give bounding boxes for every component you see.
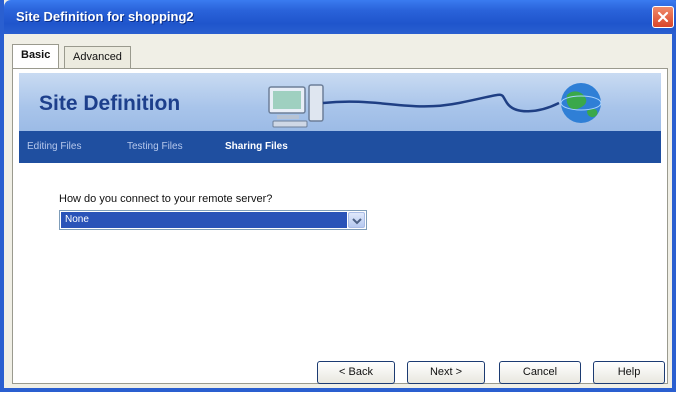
cable-icon: [322, 93, 560, 113]
banner-title: Site Definition: [39, 92, 181, 115]
banner-illustration: [268, 83, 602, 128]
site-definition-dialog: Site Definition for shopping2 Basic Adva…: [0, 0, 676, 392]
step-sharing-files: Sharing Files: [225, 141, 288, 152]
step-testing-files: Testing Files: [127, 141, 183, 152]
globe-icon: [560, 83, 602, 123]
basic-tab-panel: Site Definition Editing Files Testing Fi…: [12, 68, 668, 384]
cancel-button[interactable]: Cancel: [499, 361, 581, 384]
tab-advanced[interactable]: Advanced: [64, 46, 131, 68]
dropdown-arrow-icon: [352, 218, 362, 225]
window-title: Site Definition for shopping2: [16, 9, 194, 24]
remote-connection-label: How do you connect to your remote server…: [59, 193, 273, 205]
remote-connection-select[interactable]: None: [59, 210, 367, 230]
help-button[interactable]: Help: [593, 361, 665, 384]
computer-icon: [268, 84, 324, 128]
close-button[interactable]: [652, 6, 674, 28]
next-button[interactable]: Next >: [407, 361, 485, 384]
tab-basic[interactable]: Basic: [12, 44, 60, 68]
step-editing-files: Editing Files: [27, 141, 82, 152]
back-button[interactable]: < Back: [317, 361, 395, 384]
dropdown-button[interactable]: [348, 212, 365, 228]
site-definition-banner: Site Definition: [19, 73, 661, 131]
title-bar[interactable]: Site Definition for shopping2: [4, 0, 676, 34]
close-icon: [657, 11, 669, 23]
wizard-step-bar: Editing Files Testing Files Sharing File…: [19, 131, 661, 163]
remote-connection-value: None: [61, 212, 347, 228]
